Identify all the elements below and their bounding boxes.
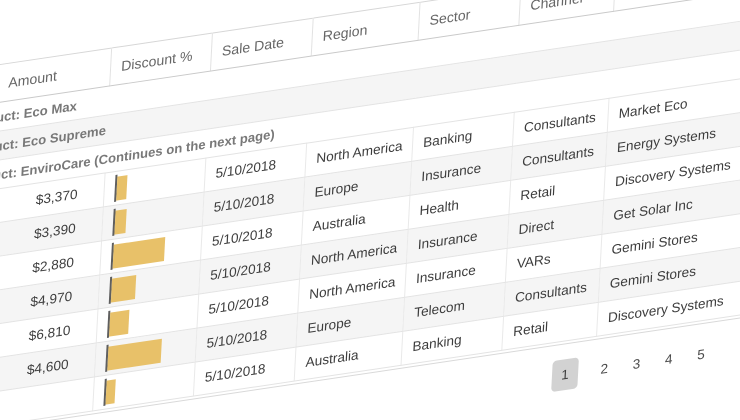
discount-bar	[107, 338, 162, 371]
pager-page-1[interactable]: 1	[551, 357, 579, 393]
pager: 12345	[551, 338, 708, 393]
pager-page-5[interactable]: 5	[694, 339, 708, 371]
tilted-grid-container: Amount Discount % Sale Date Region Sector Cha…	[0, 0, 740, 420]
pager-page-2[interactable]: 2	[598, 353, 612, 385]
pager-page-4[interactable]: 4	[662, 343, 676, 375]
pager-page-3[interactable]: 3	[630, 348, 644, 380]
discount-bar	[110, 274, 137, 303]
page: Amount Discount % Sale Date Region Sector Cha…	[0, 0, 740, 420]
discount-bar	[112, 236, 166, 269]
discount-bar	[116, 174, 128, 201]
discount-bar	[109, 309, 130, 337]
discount-bar	[114, 208, 127, 235]
discount-bar	[105, 378, 116, 405]
